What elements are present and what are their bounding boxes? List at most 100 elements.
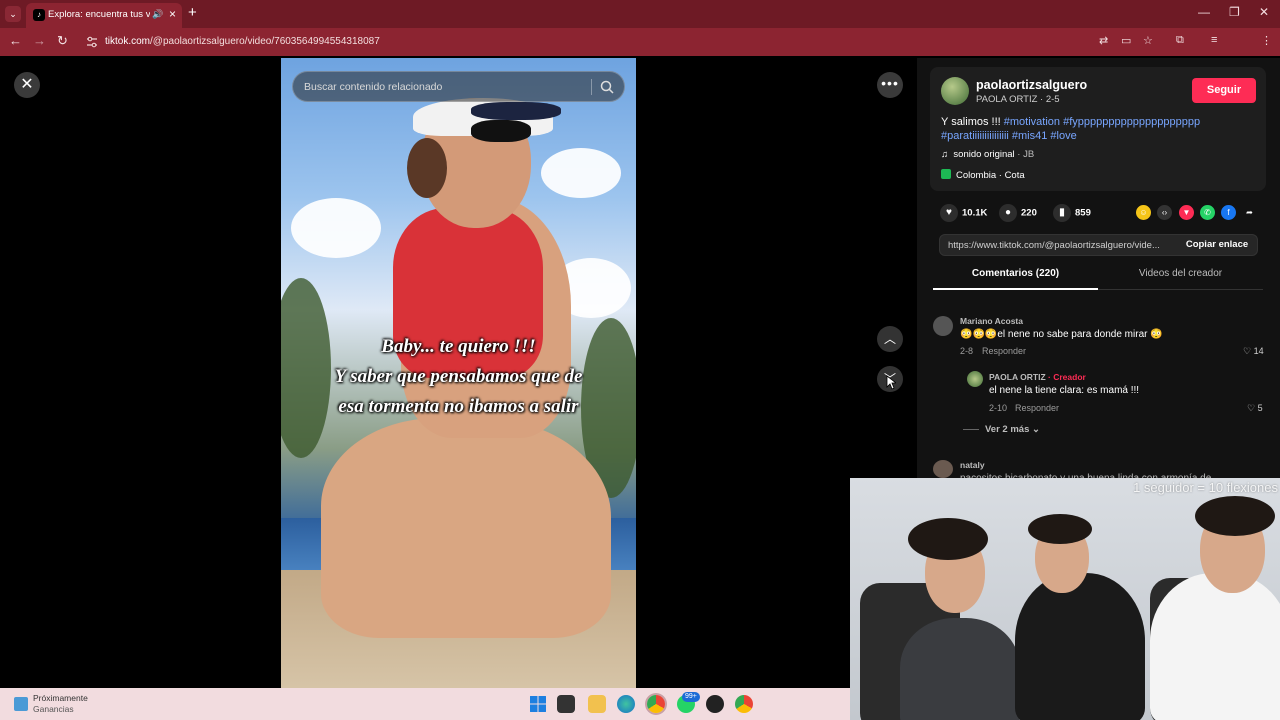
location-text[interactable]: Colombia · Cota xyxy=(956,170,1025,181)
description-text: Y salimos !!! xyxy=(941,116,1004,128)
reply-like-button[interactable]: ♡ 5 xyxy=(1247,403,1263,414)
overlay-line: Y saber que pensabamos que de xyxy=(334,366,583,387)
author-username[interactable]: paolaortizsalguero xyxy=(976,78,1087,92)
whatsapp-icon[interactable]: ✆ xyxy=(1200,205,1215,220)
location-pin-icon xyxy=(941,169,951,179)
cast-icon[interactable]: ▭ xyxy=(1121,34,1131,47)
person-body xyxy=(1015,573,1145,720)
commenter-avatar[interactable] xyxy=(933,316,953,336)
commenter-avatar[interactable] xyxy=(933,460,953,478)
person-hair xyxy=(908,518,988,560)
reply-author[interactable]: PAOLA ORTIZ · Creador xyxy=(989,372,1086,382)
bookmark-icon: ▮ xyxy=(1053,204,1071,222)
share-arrow-icon[interactable]: ➦ xyxy=(1242,205,1257,220)
reply-date: 2-10 xyxy=(989,403,1008,413)
search-icon[interactable] xyxy=(599,79,615,95)
comment-like-count: 14 xyxy=(1253,346,1264,356)
forward-icon[interactable]: → xyxy=(33,34,46,48)
creator-badge: · Creador xyxy=(1045,372,1086,382)
url-host: tiktok.com xyxy=(105,36,151,47)
comment-icon: ● xyxy=(999,204,1017,222)
browser-menu-icon[interactable]: ⋮ xyxy=(1261,34,1272,47)
media-controls-icon[interactable]: ≡ xyxy=(1211,34,1217,46)
browser-tab-strip: ⌄ ♪ Explora: encuentra tus vide 🔊 × + — … xyxy=(0,0,1280,28)
tiktok-favicon-icon: ♪ xyxy=(33,9,45,21)
maximize-icon[interactable]: ❐ xyxy=(1229,5,1240,19)
reload-icon[interactable]: ↻ xyxy=(57,34,68,48)
cloud-shape xyxy=(541,148,621,198)
bookmark-star-icon[interactable]: ☆ xyxy=(1143,34,1153,47)
save-count: 859 xyxy=(1075,207,1091,219)
window-close-icon[interactable]: ✕ xyxy=(1259,5,1269,19)
back-icon[interactable]: ← xyxy=(9,34,22,48)
edge-icon[interactable] xyxy=(617,695,635,713)
reply-like-count: 5 xyxy=(1257,403,1263,413)
chrome-icon[interactable] xyxy=(647,695,665,713)
comment-author[interactable]: nataly xyxy=(960,460,985,470)
music-author: · JB xyxy=(1014,149,1035,160)
new-tab-icon[interactable]: + xyxy=(188,4,197,22)
embed-icon[interactable]: ‹› xyxy=(1157,205,1172,220)
tab-title: Explora: encuentra tus vide xyxy=(48,9,150,20)
weather-widget-icon[interactable] xyxy=(14,697,28,711)
reply-button[interactable]: Responder xyxy=(982,346,1026,356)
task-view-icon[interactable] xyxy=(557,695,575,713)
widget-title[interactable]: Próximamente xyxy=(33,693,88,703)
comment-author[interactable]: Mariano Acosta xyxy=(960,316,1023,326)
audio-playing-icon[interactable]: 🔊 xyxy=(152,9,163,20)
video-text-overlay: Baby... te quiero !!! Y saber que pensab… xyxy=(281,332,636,422)
widget-subtitle: Ganancias xyxy=(33,704,74,714)
repost-icon[interactable]: ☺ xyxy=(1136,205,1151,220)
comment-button[interactable]: ● 220 xyxy=(999,204,1037,222)
comment-like-button[interactable]: ♡ 14 xyxy=(1243,346,1264,357)
comment-date: 2-8 xyxy=(960,346,974,356)
address-bar[interactable]: tiktok.com/@paolaortizsalguero/video/760… xyxy=(105,36,380,47)
tab-comments[interactable]: Comentarios (220) xyxy=(933,268,1098,290)
tab-close-icon[interactable]: × xyxy=(169,7,176,21)
creator-avatar[interactable] xyxy=(967,371,983,387)
music-row[interactable]: ♫ sonido original · JB xyxy=(941,149,1034,160)
browser-tab[interactable]: ♪ Explora: encuentra tus vide 🔊 × xyxy=(26,3,182,28)
search-input[interactable]: Buscar contenido relacionado xyxy=(304,81,442,93)
person-legs xyxy=(321,418,611,638)
tab-search-icon[interactable]: ⌄ xyxy=(5,6,21,22)
chrome-profile-icon[interactable] xyxy=(735,695,753,713)
cloud-shape xyxy=(291,198,381,258)
person-hair xyxy=(407,138,447,198)
share-link-text[interactable]: https://www.tiktok.com/@paolaortizsalgue… xyxy=(948,240,1176,251)
translate-icon[interactable]: ⇄ xyxy=(1099,34,1108,47)
like-button[interactable]: ♥ 10.1K xyxy=(940,204,987,222)
person-body xyxy=(900,618,1020,720)
view-more-replies[interactable]: Ver 2 más ⌄ xyxy=(963,424,1040,435)
person-hair xyxy=(1028,514,1092,544)
file-explorer-icon[interactable] xyxy=(588,695,606,713)
site-info-icon[interactable] xyxy=(86,36,98,48)
previous-video-icon[interactable]: ︿ xyxy=(877,326,903,352)
music-title[interactable]: sonido original xyxy=(953,149,1014,160)
facebook-icon[interactable]: f xyxy=(1221,205,1236,220)
author-avatar[interactable] xyxy=(941,77,969,105)
share-link-box: https://www.tiktok.com/@paolaortizsalgue… xyxy=(939,234,1258,256)
tab-creator-videos[interactable]: Videos del creador xyxy=(1098,268,1263,290)
person-hair xyxy=(1195,496,1275,536)
heart-icon: ♥ xyxy=(940,204,958,222)
reply-button[interactable]: Responder xyxy=(1015,403,1059,413)
related-content-search[interactable]: Buscar contenido relacionado xyxy=(292,71,625,102)
video-description: Y salimos !!! #motivation #fyppppppppppp… xyxy=(941,115,1241,143)
send-icon[interactable]: ▼ xyxy=(1179,205,1194,220)
app-icon[interactable] xyxy=(706,695,724,713)
follow-button[interactable]: Seguir xyxy=(1192,78,1256,103)
sunglasses xyxy=(471,120,531,142)
search-divider xyxy=(591,79,592,95)
copy-link-button[interactable]: Copiar enlace xyxy=(1176,235,1258,255)
url-path: /@paolaortizsalguero/video/7603564994554… xyxy=(150,36,380,47)
location-row[interactable]: Colombia · Cota xyxy=(941,169,1025,181)
more-options-icon[interactable]: ••• xyxy=(877,72,903,98)
overlay-line: esa tormenta no ibamos a salir xyxy=(338,396,579,417)
windows-start-icon[interactable] xyxy=(529,695,547,713)
notification-badge: 99+ xyxy=(682,692,700,702)
close-video-icon[interactable]: ✕ xyxy=(14,72,40,98)
save-button[interactable]: ▮ 859 xyxy=(1053,204,1091,222)
extensions-icon[interactable]: ⧉ xyxy=(1176,34,1184,47)
minimize-icon[interactable]: — xyxy=(1198,5,1210,19)
